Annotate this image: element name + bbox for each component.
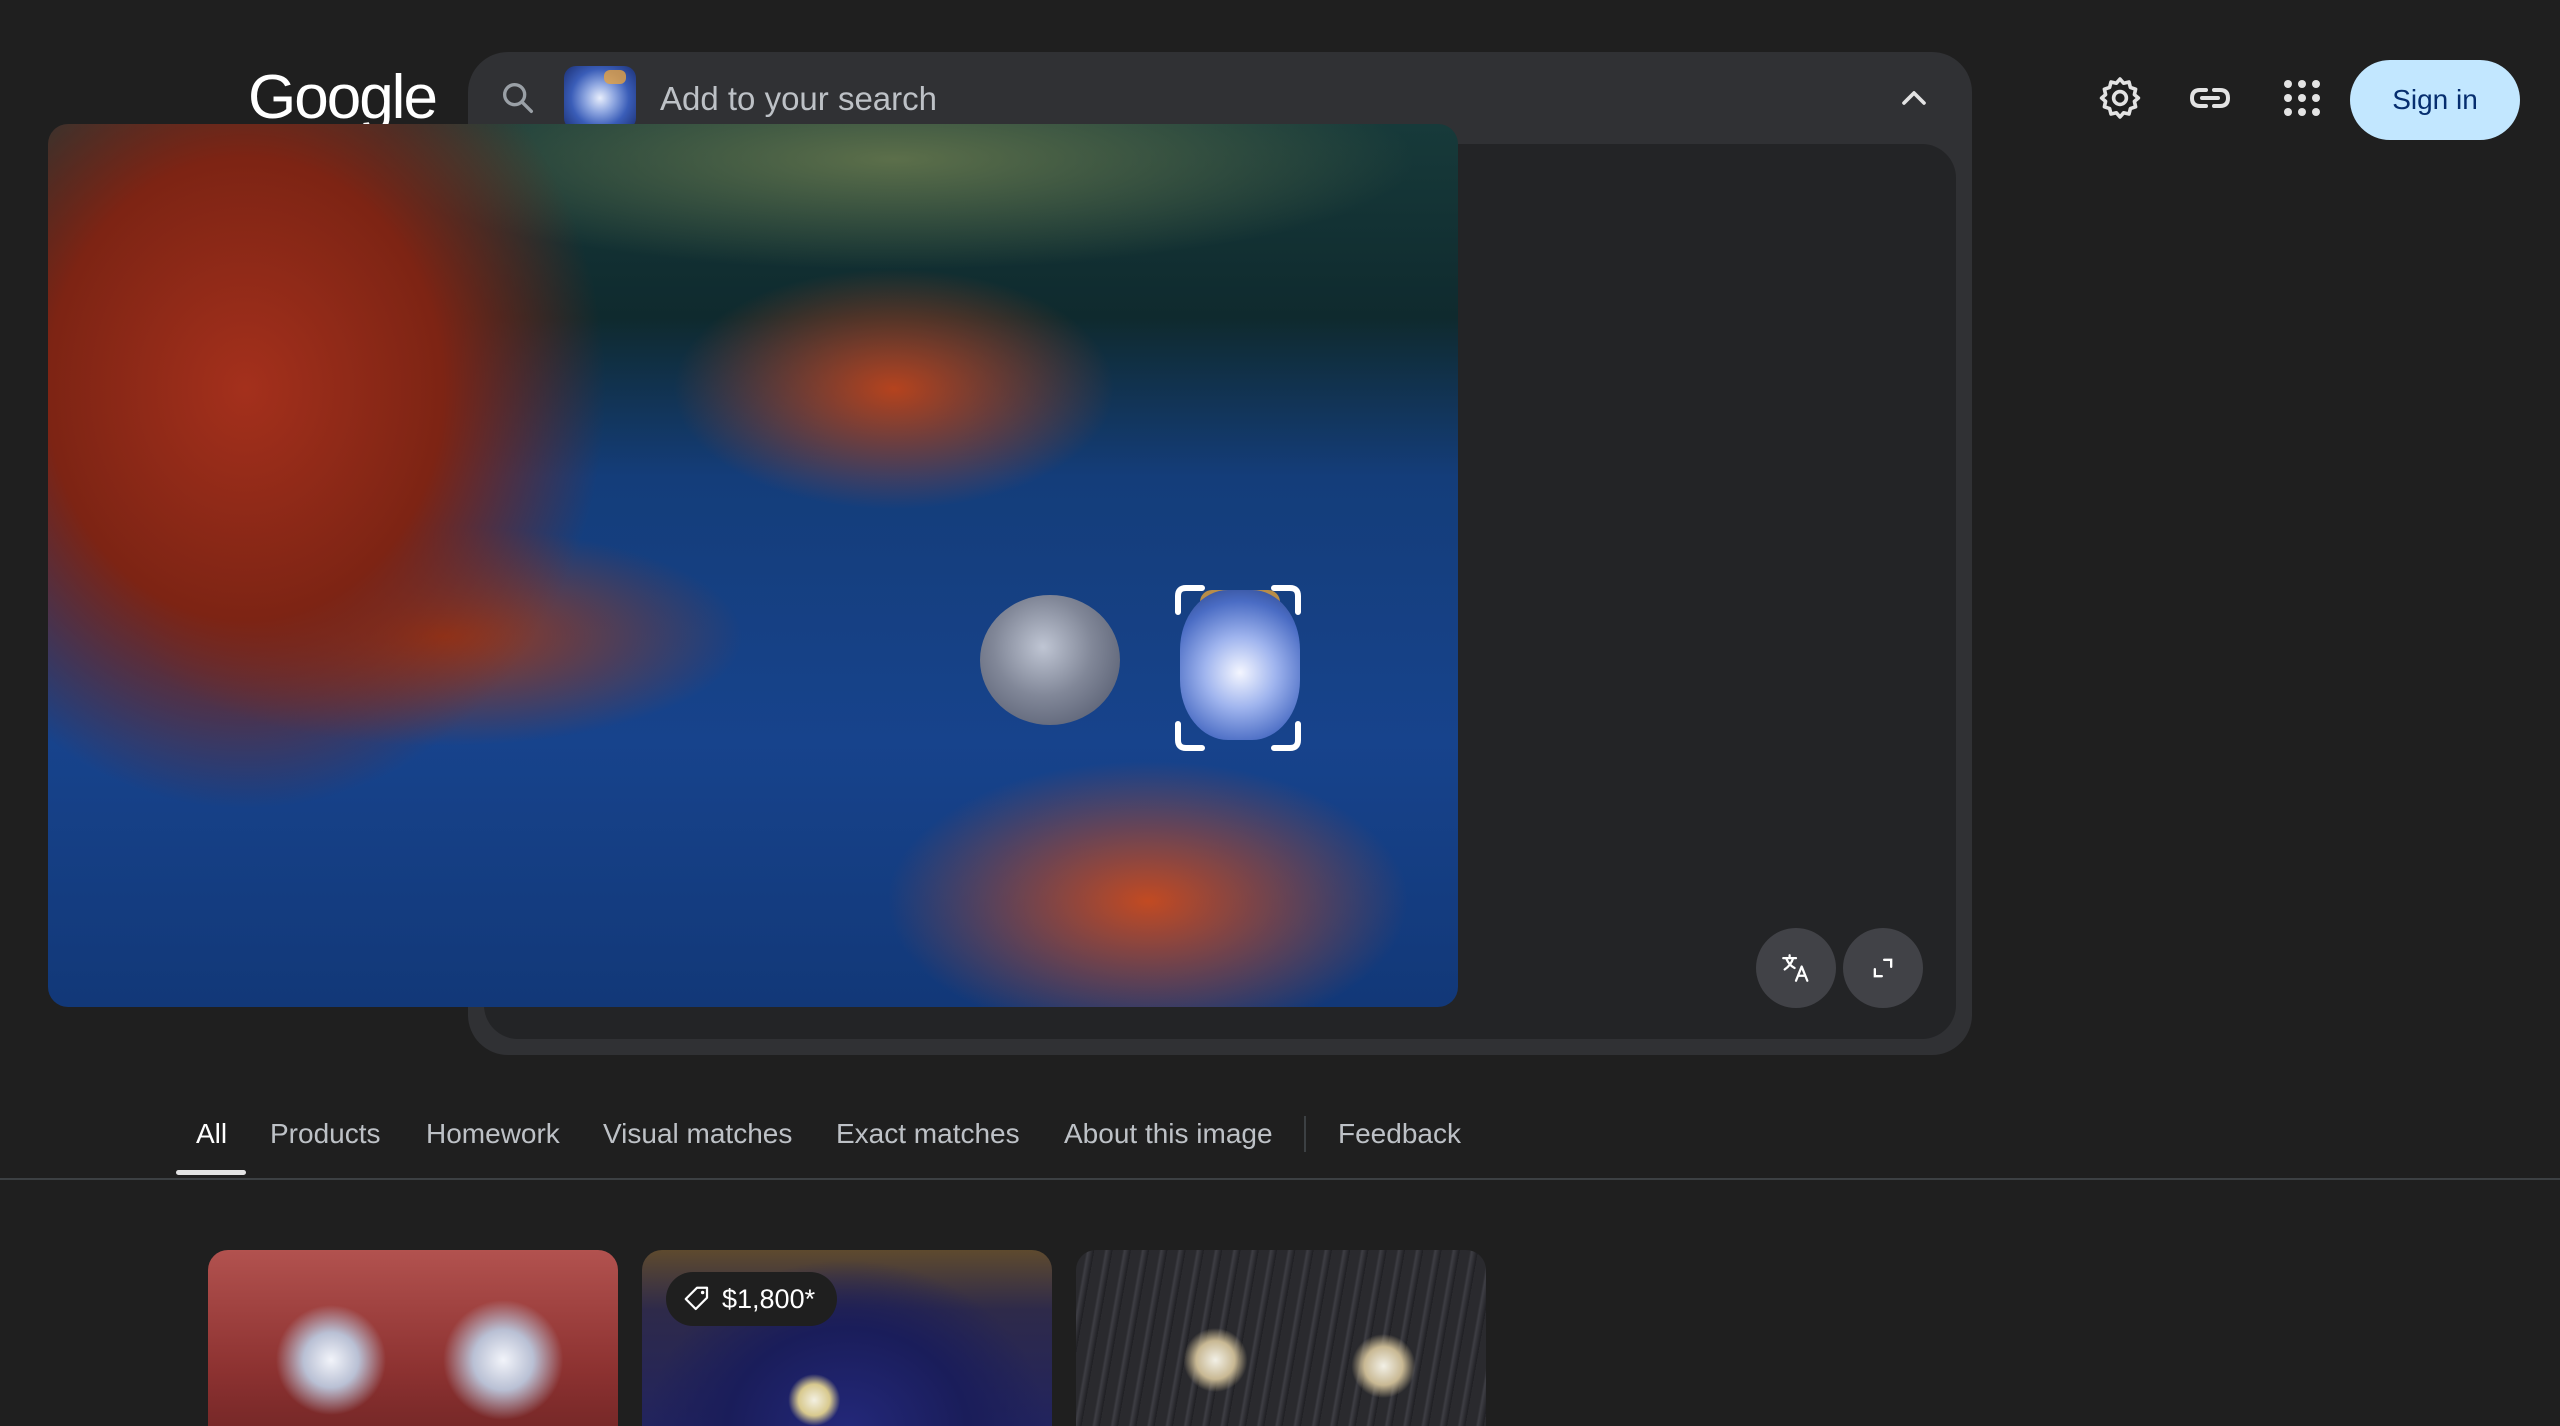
lens-source-image[interactable] bbox=[48, 124, 1458, 1007]
price-badge: $1,800* bbox=[666, 1272, 838, 1326]
translate-button[interactable] bbox=[1756, 928, 1836, 1008]
result-card[interactable] bbox=[208, 1250, 618, 1426]
expand-icon bbox=[1873, 958, 1893, 978]
chevron-up-icon[interactable] bbox=[1894, 78, 1934, 118]
tab-about-this-image[interactable]: About this image bbox=[1064, 1118, 1273, 1150]
price-text: $1,800* bbox=[722, 1283, 816, 1314]
search-image-thumbnail[interactable] bbox=[564, 66, 636, 130]
google-logo[interactable]: Google bbox=[248, 62, 438, 133]
tab-feedback[interactable]: Feedback bbox=[1338, 1118, 1461, 1150]
google-lens-results-page: Google Add to your search Sign in All Pr… bbox=[0, 0, 2560, 1426]
tab-all[interactable]: All bbox=[196, 1118, 227, 1150]
apps-grid-icon[interactable] bbox=[2278, 74, 2326, 122]
price-tag-icon bbox=[684, 1286, 709, 1311]
tab-homework[interactable]: Homework bbox=[426, 1118, 560, 1150]
active-tab-indicator bbox=[176, 1170, 246, 1175]
sign-in-button[interactable]: Sign in bbox=[2350, 60, 2520, 140]
tab-divider bbox=[1304, 1116, 1306, 1152]
tabs-divider-line bbox=[0, 1178, 2560, 1180]
search-input[interactable]: Add to your search bbox=[660, 80, 937, 118]
link-icon[interactable] bbox=[2186, 74, 2234, 122]
diamond-stone-left bbox=[980, 595, 1120, 725]
tab-exact-matches[interactable]: Exact matches bbox=[836, 1118, 1020, 1150]
gear-icon[interactable] bbox=[2096, 74, 2144, 122]
expand-button[interactable] bbox=[1843, 928, 1923, 1008]
result-card[interactable] bbox=[1076, 1250, 1486, 1426]
search-icon bbox=[502, 83, 533, 114]
tab-visual-matches[interactable]: Visual matches bbox=[603, 1118, 792, 1150]
selection-frame[interactable] bbox=[1172, 582, 1304, 754]
tab-products[interactable]: Products bbox=[270, 1118, 381, 1150]
translate-icon bbox=[1782, 954, 1809, 982]
